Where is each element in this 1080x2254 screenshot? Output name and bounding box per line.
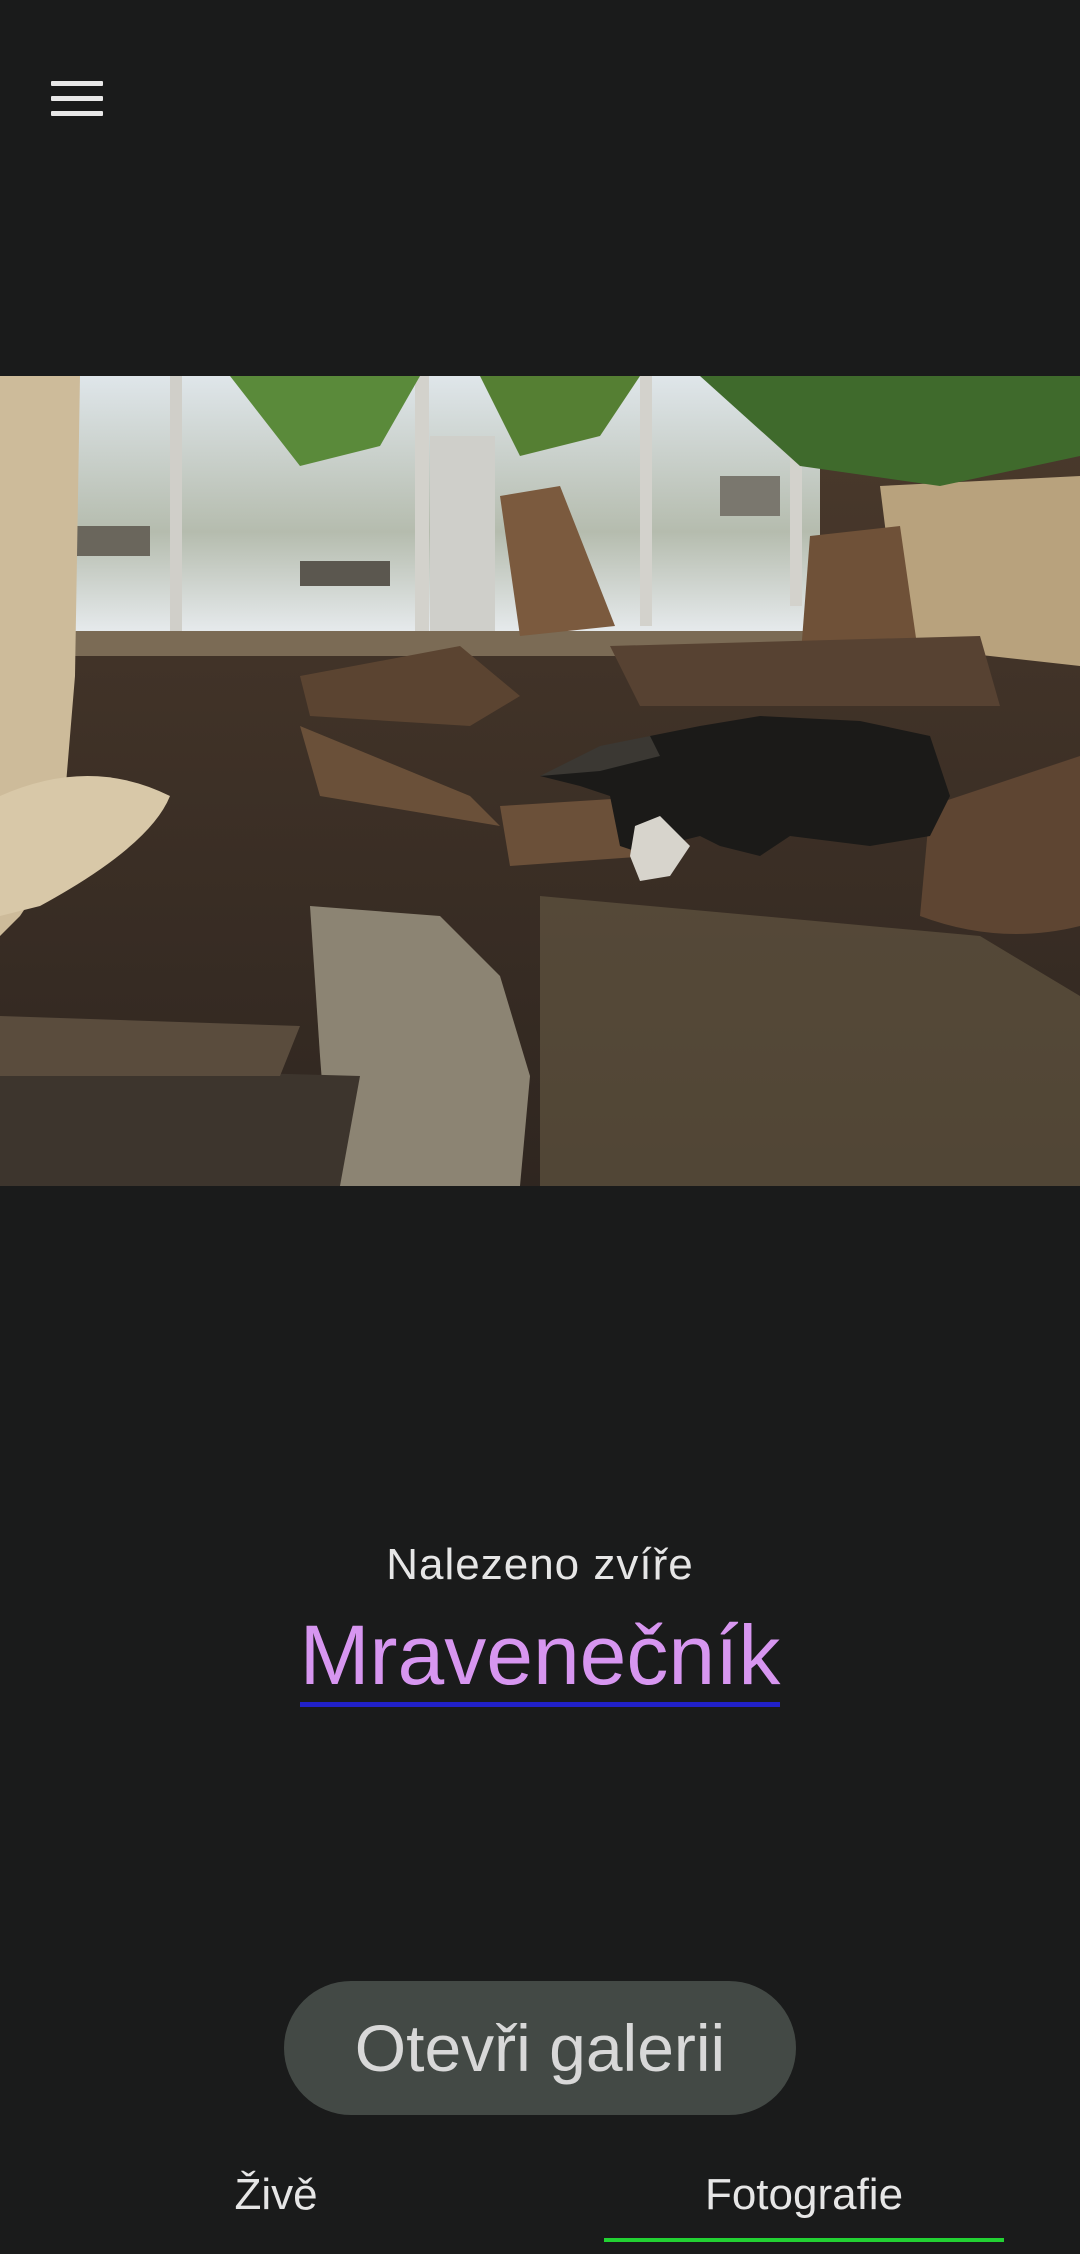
found-animal-label: Nalezeno zvíře [386, 1540, 694, 1589]
animal-name-container: Mravenečník [0, 1605, 1080, 1707]
tab-photos[interactable]: Fotografie [604, 2150, 1004, 2240]
selected-tab-indicator [604, 2238, 1004, 2242]
hamburger-menu-icon [51, 80, 103, 86]
anteater-photo [0, 376, 1080, 1186]
bottom-tab-bar: Živě Fotografie [0, 2150, 1080, 2254]
open-gallery-button[interactable]: Otevři galerii [284, 1981, 796, 2115]
tab-live[interactable]: Živě [56, 2150, 496, 2240]
menu-button[interactable] [40, 68, 114, 128]
animal-name-link[interactable]: Mravenečník [299, 1608, 781, 1707]
